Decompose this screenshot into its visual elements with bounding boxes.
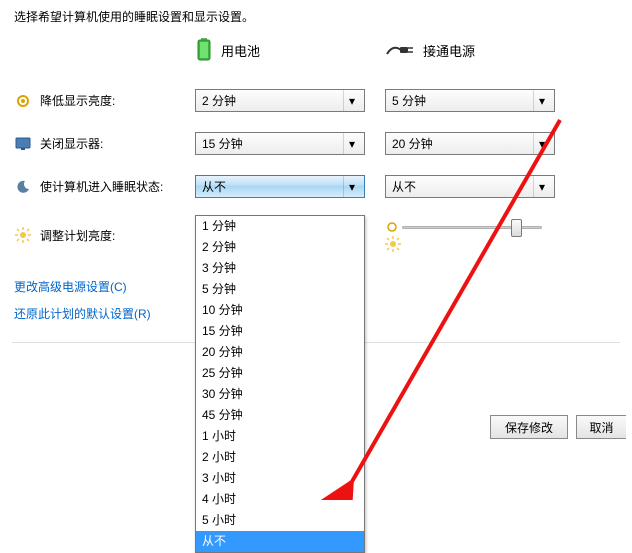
column-battery-label: 用电池	[221, 41, 260, 60]
row-brightness-label: 调整计划亮度:	[40, 227, 115, 244]
dropdown-option[interactable]: 3 分钟	[196, 258, 364, 279]
chevron-down-icon: ▾	[533, 90, 550, 111]
dim-plugged-select[interactable]: 5 分钟 ▾	[385, 89, 555, 112]
column-headers: 用电池 接通电源	[0, 31, 632, 79]
column-plugged-label: 接通电源	[423, 41, 475, 60]
chevron-down-icon: ▾	[533, 133, 550, 154]
footer-buttons: 保存修改 取消	[490, 415, 632, 439]
dropdown-option[interactable]: 1 小时	[196, 426, 364, 447]
dropdown-option[interactable]: 5 分钟	[196, 279, 364, 300]
dropdown-option[interactable]: 45 分钟	[196, 405, 364, 426]
moon-icon	[14, 178, 32, 196]
sleep-battery-dropdown[interactable]: 1 分钟2 分钟3 分钟5 分钟10 分钟15 分钟20 分钟25 分钟30 分…	[195, 215, 365, 553]
off-battery-select[interactable]: 15 分钟 ▾	[195, 132, 365, 155]
dropdown-option[interactable]: 1 分钟	[196, 216, 364, 237]
off-plugged-select[interactable]: 20 分钟 ▾	[385, 132, 555, 155]
battery-icon	[195, 37, 213, 63]
dropdown-option[interactable]: 15 分钟	[196, 321, 364, 342]
dim-battery-select[interactable]: 2 分钟 ▾	[195, 89, 365, 112]
chevron-down-icon: ▾	[343, 90, 360, 111]
chevron-down-icon: ▾	[343, 133, 360, 154]
dropdown-option[interactable]: 5 小时	[196, 510, 364, 531]
dropdown-option[interactable]: 4 小时	[196, 489, 364, 510]
dropdown-option[interactable]: 30 分钟	[196, 384, 364, 405]
dropdown-option[interactable]: 从不	[196, 531, 364, 552]
cancel-button[interactable]: 取消	[576, 415, 626, 439]
dim-icon	[14, 92, 32, 110]
row-sleep-label: 使计算机进入睡眠状态:	[40, 178, 163, 195]
sun-icon	[14, 226, 32, 244]
page-title: 选择希望计算机使用的睡眠设置和显示设置。	[0, 0, 632, 31]
brightness-plugged-cell	[385, 218, 560, 252]
dropdown-option[interactable]: 25 分钟	[196, 363, 364, 384]
monitor-off-icon	[14, 135, 32, 153]
row-dim-label: 降低显示亮度:	[40, 92, 115, 109]
dropdown-option[interactable]: 20 分钟	[196, 342, 364, 363]
row-sleep: 使计算机进入睡眠状态: 从不 ▾ 从不 ▾	[0, 165, 632, 208]
sleep-battery-select[interactable]: 从不 ▾	[195, 175, 365, 198]
column-battery: 用电池	[195, 37, 370, 63]
brightness-plugged-slider[interactable]	[402, 218, 542, 236]
dropdown-option[interactable]: 2 小时	[196, 447, 364, 468]
row-turn-off-display: 关闭显示器: 15 分钟 ▾ 20 分钟 ▾	[0, 122, 632, 165]
chevron-down-icon: ▾	[343, 176, 360, 197]
save-button[interactable]: 保存修改	[490, 415, 568, 439]
dropdown-option[interactable]: 3 小时	[196, 468, 364, 489]
row-off-label: 关闭显示器:	[40, 135, 103, 152]
sleep-plugged-select[interactable]: 从不 ▾	[385, 175, 555, 198]
chevron-down-icon: ▾	[533, 176, 550, 197]
row-dim-display: 降低显示亮度: 2 分钟 ▾ 5 分钟 ▾	[0, 79, 632, 122]
sun-dim-icon	[385, 220, 399, 234]
dropdown-option[interactable]: 10 分钟	[196, 300, 364, 321]
sun-bright-icon	[385, 236, 401, 252]
plug-icon	[385, 42, 415, 58]
column-plugged: 接通电源	[385, 41, 560, 60]
dropdown-option[interactable]: 2 分钟	[196, 237, 364, 258]
